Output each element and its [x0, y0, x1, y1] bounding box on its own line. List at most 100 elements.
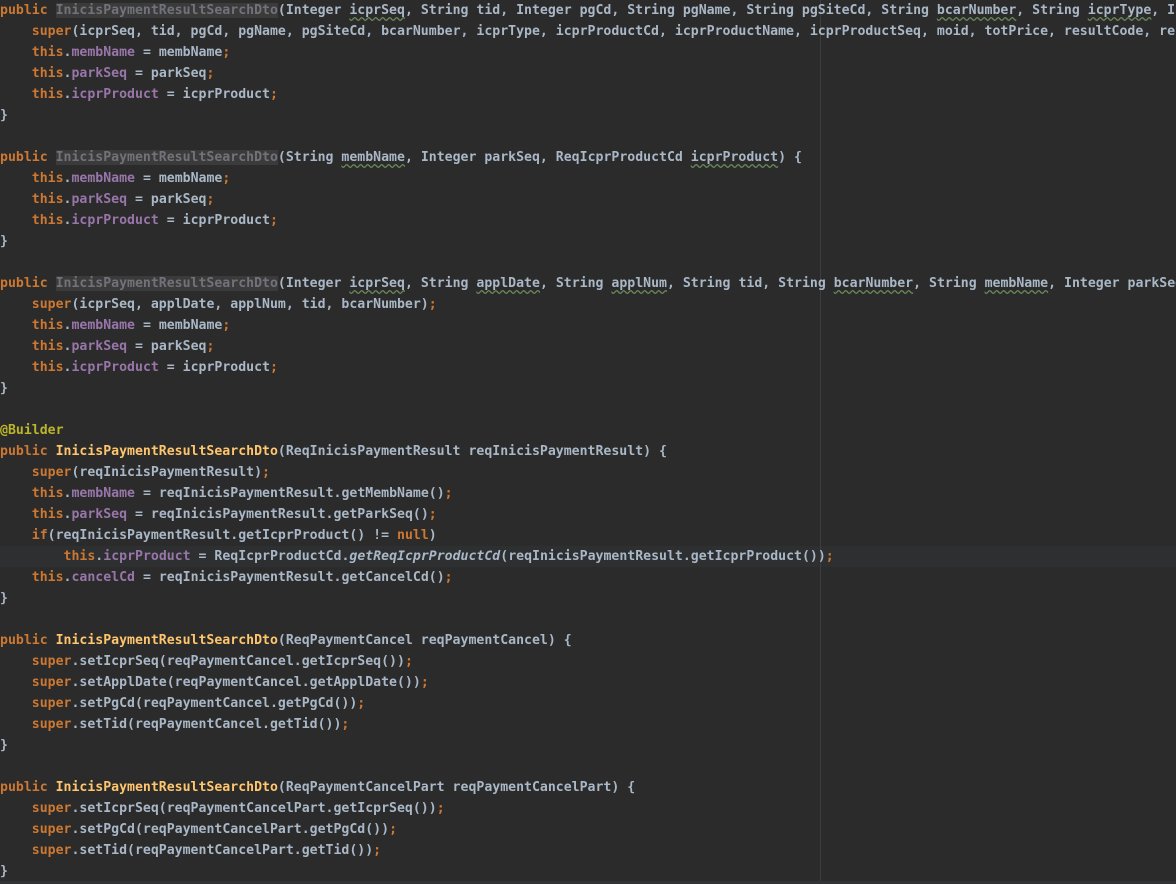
- code-line[interactable]: }: [0, 105, 1176, 126]
- code-line[interactable]: public InicisPaymentResultSearchDto(Inte…: [0, 0, 1176, 21]
- code-line[interactable]: super.setApplDate(reqPaymentCancel.getAp…: [0, 672, 1176, 693]
- code-line[interactable]: this.icprProduct = ReqIcprProductCd.getR…: [0, 546, 1176, 567]
- code-token: this: [31, 66, 64, 81]
- code-line[interactable]: public InicisPaymentResultSearchDto(ReqI…: [0, 441, 1176, 462]
- code-token: parkSeq: [71, 339, 128, 354]
- code-token: ;: [222, 318, 231, 333]
- code-token: ;: [341, 717, 350, 732]
- code-token: (String: [277, 150, 342, 165]
- code-token: = reqInicisPaymentResult.getCancelCd(): [135, 570, 445, 585]
- code-line[interactable]: @Builder: [0, 420, 1176, 441]
- code-token: (icprSeq, applDate, applNum, tid, bcarNu…: [71, 297, 429, 312]
- code-token: = reqInicisPaymentResult.getMembName(): [135, 486, 445, 501]
- code-line[interactable]: }: [0, 588, 1176, 609]
- code-line[interactable]: if(reqInicisPaymentResult.getIcprProduct…: [0, 525, 1176, 546]
- code-token: ;: [222, 45, 231, 60]
- code-line[interactable]: this.parkSeq = parkSeq;: [0, 63, 1176, 84]
- code-line[interactable]: super.setTid(reqPaymentCancel.getTid());: [0, 714, 1176, 735]
- code-token: membName: [984, 276, 1049, 291]
- code-token: (reqInicisPaymentResult.getIcprProduct()…: [47, 528, 397, 543]
- code-token: , Integer parkSeq, ReqIcprProductCd: [404, 150, 691, 165]
- code-line[interactable]: public InicisPaymentResultSearchDto(ReqP…: [0, 630, 1176, 651]
- code-line[interactable]: }: [0, 735, 1176, 756]
- code-token: icprProduct: [71, 360, 159, 375]
- code-token: = parkSeq: [127, 339, 207, 354]
- code-token: (ReqInicisPaymentResult reqInicisPayment…: [277, 444, 667, 459]
- code-token: }: [0, 108, 8, 123]
- code-token: (reqInicisPaymentResult): [71, 465, 263, 480]
- code-line[interactable]: [0, 609, 1176, 630]
- code-line[interactable]: this.parkSeq = reqInicisPaymentResult.ge…: [0, 504, 1176, 525]
- code-line[interactable]: this.membName = membName;: [0, 42, 1176, 63]
- code-line[interactable]: super(icprSeq, tid, pgCd, pgName, pgSite…: [0, 21, 1176, 42]
- code-token: ;: [436, 801, 445, 816]
- code-token: parkSeq: [71, 66, 128, 81]
- code-line[interactable]: super(reqInicisPaymentResult);: [0, 462, 1176, 483]
- code-token: public: [0, 633, 56, 648]
- code-token: membName: [71, 318, 136, 333]
- code-line[interactable]: this.icprProduct = icprProduct;: [0, 210, 1176, 231]
- code-line[interactable]: this.membName = reqInicisPaymentResult.g…: [0, 483, 1176, 504]
- code-token: InicisPaymentResultSearchDto: [55, 3, 278, 18]
- code-line[interactable]: this.icprProduct = icprProduct;: [0, 357, 1176, 378]
- code-token: InicisPaymentResultSearchDto: [55, 276, 278, 291]
- code-line[interactable]: this.cancelCd = reqInicisPaymentResult.g…: [0, 567, 1176, 588]
- code-line[interactable]: super.setIcprSeq(reqPaymentCancelPart.ge…: [0, 798, 1176, 819]
- code-token: = parkSeq: [127, 66, 207, 81]
- code-token: ;: [206, 66, 215, 81]
- code-token: super: [31, 297, 72, 312]
- code-token: super: [31, 24, 72, 39]
- code-line[interactable]: public InicisPaymentResultSearchDto(ReqP…: [0, 777, 1176, 798]
- code-line[interactable]: [0, 399, 1176, 420]
- code-token: this: [31, 360, 64, 375]
- code-line[interactable]: [0, 126, 1176, 147]
- code-line[interactable]: this.parkSeq = parkSeq;: [0, 189, 1176, 210]
- code-line[interactable]: super.setPgCd(reqPaymentCancel.getPgCd()…: [0, 693, 1176, 714]
- code-line[interactable]: public InicisPaymentResultSearchDto(Inte…: [0, 273, 1176, 294]
- code-token: (Integer: [277, 3, 350, 18]
- code-line[interactable]: public InicisPaymentResultSearchDto(Stri…: [0, 147, 1176, 168]
- code-line[interactable]: this.membName = membName;: [0, 315, 1176, 336]
- code-token: .setPgCd(reqPaymentCancelPart.getPgCd()): [71, 822, 390, 837]
- code-token: this: [31, 213, 64, 228]
- code-token: InicisPaymentResultSearchDto: [55, 633, 278, 648]
- code-line[interactable]: super.setTid(reqPaymentCancelPart.getTid…: [0, 840, 1176, 861]
- code-token: (ReqPaymentCancel reqPaymentCancel) {: [277, 633, 572, 648]
- code-token: = membName: [135, 45, 223, 60]
- code-line[interactable]: }: [0, 378, 1176, 399]
- code-line[interactable]: [0, 252, 1176, 273]
- code-token: ;: [444, 486, 453, 501]
- code-line[interactable]: [0, 756, 1176, 777]
- code-token: }: [0, 234, 8, 249]
- code-token: getReqIcprProductCd: [349, 549, 501, 564]
- code-token: , String: [913, 276, 985, 291]
- code-line[interactable]: super.setIcprSeq(reqPaymentCancel.getIcp…: [0, 651, 1176, 672]
- code-line[interactable]: }: [0, 861, 1176, 882]
- code-line[interactable]: this.parkSeq = parkSeq;: [0, 336, 1176, 357]
- code-line[interactable]: this.membName = membName;: [0, 168, 1176, 189]
- code-token: , Integer: [1151, 3, 1176, 18]
- code-line[interactable]: this.icprProduct = icprProduct;: [0, 84, 1176, 105]
- code-line[interactable]: }: [0, 231, 1176, 252]
- code-editor[interactable]: public InicisPaymentResultSearchDto(Inte…: [0, 0, 1176, 884]
- code-content[interactable]: public InicisPaymentResultSearchDto(Inte…: [0, 0, 1176, 882]
- code-token: ;: [269, 213, 278, 228]
- code-line[interactable]: super(icprSeq, applDate, applNum, tid, b…: [0, 294, 1176, 315]
- code-token: ;: [269, 87, 278, 102]
- code-token: }: [0, 864, 8, 879]
- code-token: icprProduct: [71, 213, 159, 228]
- code-token: = parkSeq: [127, 192, 207, 207]
- code-line[interactable]: super.setPgCd(reqPaymentCancelPart.getPg…: [0, 819, 1176, 840]
- code-token: icprProduct: [71, 87, 159, 102]
- code-token: super: [31, 717, 72, 732]
- code-token: if: [31, 528, 48, 543]
- code-token: = icprProduct: [158, 360, 270, 375]
